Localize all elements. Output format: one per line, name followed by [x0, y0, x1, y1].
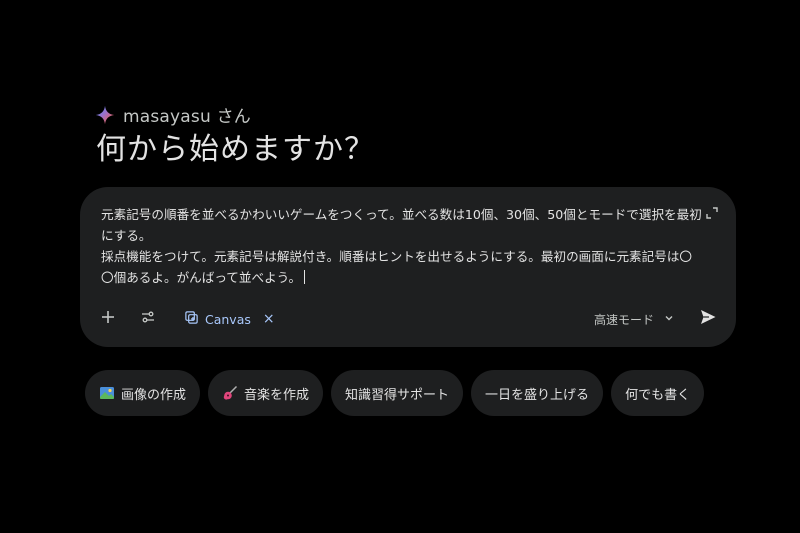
text-caret — [304, 270, 306, 284]
image-icon — [99, 385, 115, 401]
send-button[interactable] — [694, 305, 722, 333]
suggestion-create-music[interactable]: 音楽を作成 — [208, 370, 324, 416]
mode-select[interactable]: 高速モード — [594, 311, 674, 328]
suggestion-learning-support[interactable]: 知識習得サポート — [331, 370, 464, 416]
suggestion-label: 一日を盛り上げる — [485, 387, 590, 403]
suggestion-chips: 画像の作成 音楽を作成 知識習得サポート 一日を盛り上げる 何でも書く — [85, 370, 705, 416]
canvas-chip-label: Canvas — [205, 311, 251, 327]
suggestion-label: 音楽を作成 — [244, 387, 310, 403]
suggestion-brighten-day[interactable]: 一日を盛り上げる — [471, 370, 604, 416]
gemini-home: masayasu さん 何から始めますか？ 元素記号の順番を並べるかわいいゲーム… — [0, 0, 800, 533]
plus-icon — [100, 309, 116, 329]
canvas-icon — [184, 310, 199, 328]
gemini-spark-icon — [95, 105, 115, 125]
prompt-input[interactable]: 元素記号の順番を並べるかわいいゲームをつくって。並べる数は10個、30個、50個… — [101, 204, 703, 288]
canvas-chip-close-button[interactable]: × — [263, 312, 275, 326]
prompt-composer: 元素記号の順番を並べるかわいいゲームをつくって。並べる数は10個、30個、50個… — [80, 187, 736, 347]
tools-button[interactable] — [134, 305, 162, 333]
prompt-line-1: 元素記号の順番を並べるかわいいゲームをつくって。並べる数は10個、30個、50個… — [101, 207, 702, 243]
suggestion-write-anything[interactable]: 何でも書く — [611, 370, 705, 416]
composer-toolbar: Canvas × 高速モード — [94, 305, 722, 333]
send-icon — [699, 308, 717, 330]
mode-select-label: 高速モード — [593, 312, 654, 327]
prompt-line-2: 採点機能をつけて。元素記号は解説付き。順番はヒントを出せるようにする。最初の画面… — [101, 249, 693, 285]
suggestion-create-image[interactable]: 画像の作成 — [85, 370, 201, 416]
chevron-down-icon — [664, 312, 674, 326]
add-button[interactable] — [94, 305, 122, 333]
page-title: 何から始めますか？ — [96, 132, 375, 167]
suggestion-label: 何でも書く — [625, 387, 691, 403]
guitar-icon — [222, 385, 238, 401]
suggestion-label: 画像の作成 — [121, 387, 187, 403]
tune-icon — [140, 309, 156, 329]
suggestion-label: 知識習得サポート — [345, 387, 450, 403]
expand-button[interactable] — [704, 205, 720, 221]
expand-icon — [706, 204, 718, 223]
canvas-tool-chip[interactable]: Canvas × — [178, 306, 281, 332]
